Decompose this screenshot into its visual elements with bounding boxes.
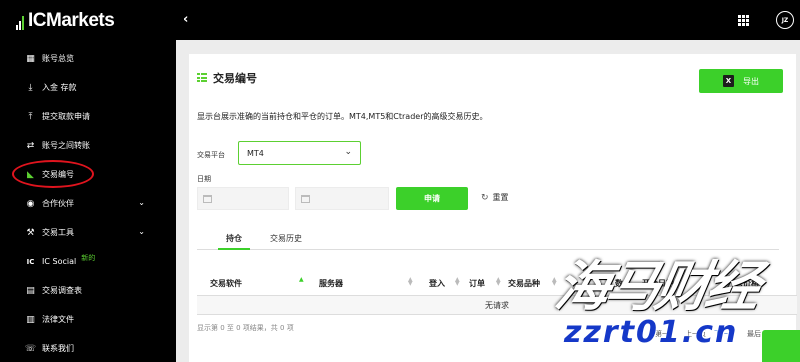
sidebar-item-label: 交易调查表: [42, 286, 82, 295]
column-header-volume[interactable]: 数: [615, 278, 623, 289]
sidebar-item-label: IC Social: [42, 257, 77, 266]
date-to-field[interactable]: [295, 187, 389, 210]
account-overview-icon: ▦: [26, 53, 35, 64]
list-icon: [197, 73, 207, 83]
calendar-icon: [301, 194, 310, 203]
tab-trade-history[interactable]: 交易历史: [270, 233, 302, 250]
page-description: 显示台展示准确的当前持仓和平仓的订单。MT4,MT5和Ctrader的高级交易历…: [197, 112, 488, 121]
deposit-icon: ⤓: [28, 82, 33, 93]
sidebar-item-withdraw[interactable]: ⤒ 提交取款申请: [0, 102, 176, 131]
date-from-field[interactable]: [197, 187, 289, 210]
chart-icon: ◣: [27, 169, 34, 180]
apps-grid-icon[interactable]: [738, 15, 749, 26]
chevron-down-icon: ⌄: [344, 147, 352, 157]
logo-bars-icon: [16, 16, 24, 30]
sidebar-item-partner[interactable]: ◉ 合作伙伴 ⌄: [0, 189, 176, 218]
top-bar: ‹ JZ: [176, 0, 800, 40]
tools-icon: ⚒: [26, 227, 35, 238]
apply-button[interactable]: 申请: [396, 187, 468, 210]
chevron-down-icon: ⌄: [138, 198, 145, 207]
sidebar-item-label: 合作伙伴: [42, 199, 74, 208]
sidebar-item-tools[interactable]: ⚒ 交易工具 ⌄: [0, 218, 176, 247]
calendar-icon: [203, 194, 212, 203]
new-badge: 新的: [81, 253, 96, 262]
sidebar-item-label: 交易编号: [42, 170, 74, 179]
sort-icon: ▲ ▼: [552, 276, 557, 287]
sidebar-item-ic-social[interactable]: IC IC Social 新的: [0, 247, 176, 276]
trade-history-card: 交易编号 X 导出 显示台展示准确的当前持仓和平仓的订单。MT4,MT5和Ctr…: [189, 54, 797, 362]
sort-asc-icon: ▲: [299, 276, 304, 283]
table-info: 显示第 0 至 0 项结果，共 0 项: [197, 324, 294, 332]
sidebar-nav: ▦ 账号总览 ⤓ 入金 存款 ⤒ 提交取款申请 ⇄ 账号之间转账 ◣ 交易编号 …: [0, 44, 176, 362]
sidebar-item-label: 入金 存款: [42, 83, 77, 92]
excel-icon: X: [723, 75, 734, 87]
chevron-down-icon: ⌄: [138, 227, 145, 236]
contact-icon: ☏: [24, 343, 37, 354]
sidebar-item-survey[interactable]: ▤ 交易调查表: [0, 276, 176, 305]
sidebar-item-deposit[interactable]: ⤓ 入金 存款: [0, 73, 176, 102]
sidebar: ICMarkets ▦ 账号总览 ⤓ 入金 存款 ⤒ 提交取款申请 ⇄ 账号之间…: [0, 0, 176, 362]
sidebar-item-contact[interactable]: ☏ 联系我们: [0, 334, 176, 362]
survey-icon: ▤: [26, 285, 35, 296]
sort-icon: ▲ ▼: [408, 276, 413, 287]
sidebar-item-trade-history[interactable]: ◣ 交易编号: [0, 160, 176, 189]
avatar[interactable]: JZ: [776, 11, 794, 29]
table-empty-row: 无请求: [197, 295, 797, 315]
main-content: 交易编号 X 导出 显示台展示准确的当前持仓和平仓的订单。MT4,MT5和Ctr…: [176, 40, 800, 362]
sort-icon: ▲ ▼: [496, 276, 501, 287]
ic-markets-logo[interactable]: ICMarkets: [16, 10, 115, 31]
column-header-open-price[interactable]: 开仓价格: [727, 278, 759, 289]
page-title-text: 交易编号: [213, 72, 257, 85]
sidebar-item-label: 提交取款申请: [42, 112, 90, 121]
reset-button[interactable]: ↻ 重置: [481, 192, 509, 203]
pager-first[interactable]: 第一: [655, 329, 669, 339]
column-header-server[interactable]: 服务器: [319, 278, 343, 289]
legal-docs-icon: ▥: [26, 314, 35, 325]
page-title: 交易编号: [197, 70, 257, 86]
platform-select[interactable]: MT4 ⌄: [238, 141, 361, 165]
pager-last[interactable]: 最后: [747, 329, 761, 339]
reset-label: 重置: [492, 193, 509, 202]
column-header-login[interactable]: 登入: [429, 278, 445, 289]
sidebar-item-label: 账号之间转账: [42, 141, 90, 150]
tabs: 持仓 交易历史: [197, 233, 779, 250]
sidebar-item-legal-docs[interactable]: ▥ 法律文件: [0, 305, 176, 334]
sidebar-item-label: 联系我们: [42, 344, 74, 353]
sidebar-item-transfer[interactable]: ⇄ 账号之间转账: [0, 131, 176, 160]
sort-icon: ▲ ▼: [455, 276, 460, 287]
chat-float-button[interactable]: [762, 330, 800, 362]
pager-prev[interactable]: 上一页: [685, 329, 706, 339]
column-header-symbol[interactable]: 交易品种: [508, 278, 540, 289]
sidebar-item-label: 法律文件: [42, 315, 74, 324]
sidebar-item-label: 交易工具: [42, 228, 74, 237]
refresh-icon: ↻: [481, 192, 489, 203]
tab-positions[interactable]: 持仓: [218, 233, 250, 250]
export-label: 导出: [743, 76, 759, 86]
withdraw-icon: ⤒: [28, 111, 33, 122]
table-header: 交易软件 ▲ 服务器 ▲ ▼ 登入 ▲ ▼ 订单 ▲ ▼ 交易品种 ▲ ▼ 数 开仓日期…: [197, 275, 797, 293]
back-button[interactable]: ‹: [183, 12, 188, 27]
date-label: 日期: [197, 175, 211, 183]
logo-text: ICMarkets: [28, 10, 115, 31]
sidebar-item-account-overview[interactable]: ▦ 账号总览: [0, 44, 176, 73]
sidebar-item-label: 账号总览: [42, 54, 74, 63]
column-header-open-date[interactable]: 开仓日期: [642, 278, 674, 289]
empty-message: 无请求: [485, 300, 509, 310]
export-button[interactable]: X 导出: [699, 69, 783, 93]
platform-value: MT4: [247, 148, 264, 158]
column-header-platform[interactable]: 交易软件: [210, 278, 242, 289]
transfer-icon: ⇄: [26, 140, 35, 151]
ic-social-icon: IC: [26, 257, 35, 266]
column-header-order[interactable]: 订单: [469, 278, 485, 289]
platform-label: 交易平台: [197, 151, 225, 159]
pager-next[interactable]: 下一页: [714, 329, 735, 339]
partner-icon: ◉: [26, 198, 35, 209]
